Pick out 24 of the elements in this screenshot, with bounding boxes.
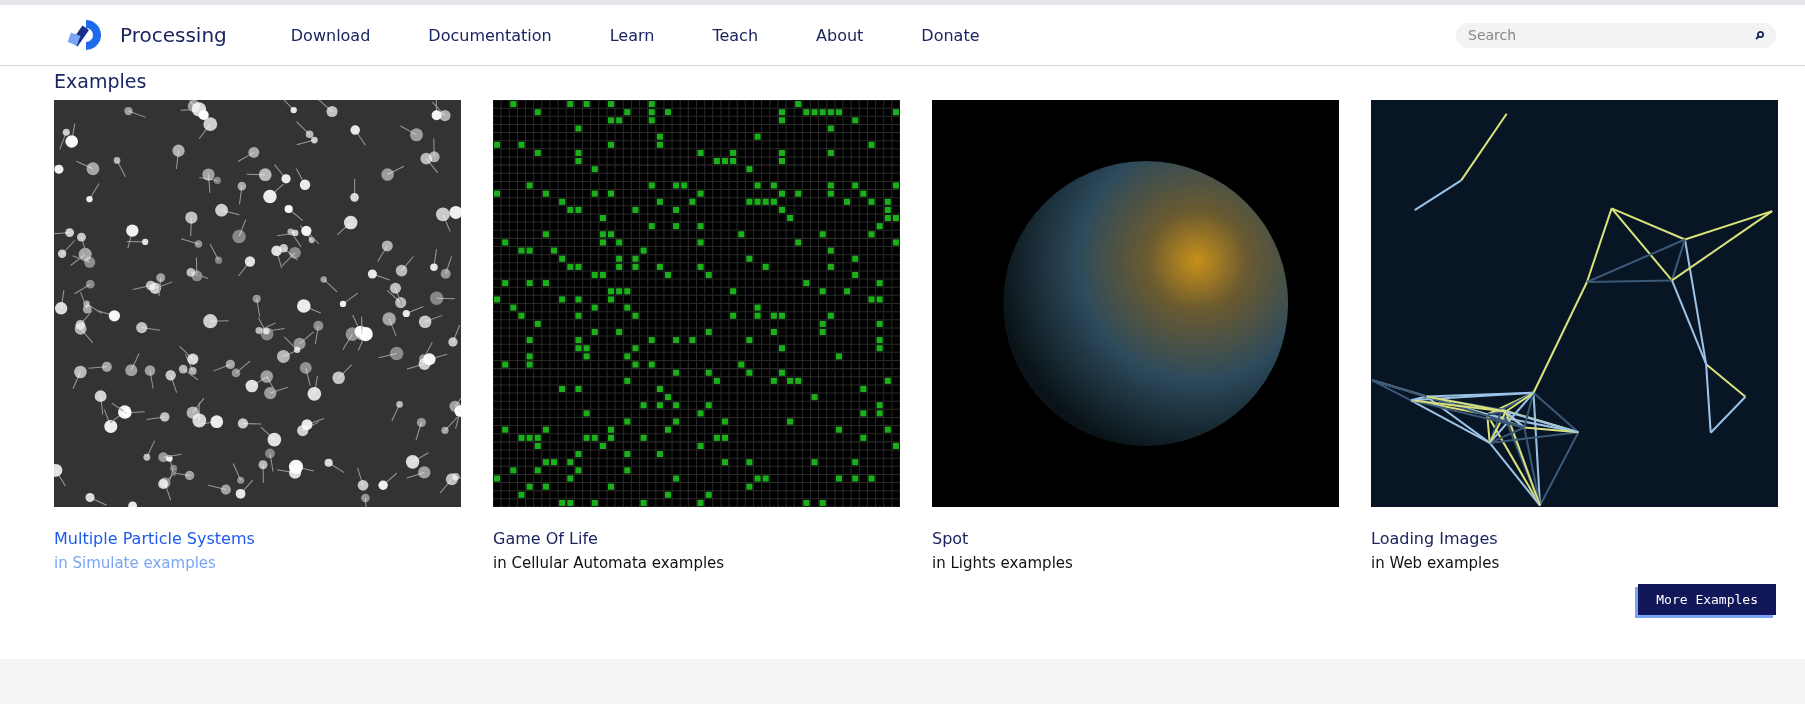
logo-icon[interactable] (66, 18, 104, 52)
lit-sphere-drawing[interactable] (932, 100, 1339, 507)
search-field[interactable]: Search (1456, 22, 1776, 48)
network-lines-drawing[interactable] (1371, 100, 1778, 507)
example-category: in Web examples (1371, 554, 1500, 572)
search-icon[interactable] (1755, 30, 1764, 40)
nav-link[interactable]: Donate (921, 25, 980, 45)
example-category: in Cellular Automata examples (493, 554, 725, 572)
brand-link[interactable]: Processing (120, 23, 227, 47)
particles-drawing[interactable] (54, 100, 461, 507)
cell-grid-drawing[interactable] (493, 100, 900, 507)
section-heading: Examples (54, 69, 148, 94)
nav-link[interactable]: Teach (712, 25, 759, 45)
nav-link[interactable]: About (816, 25, 864, 45)
example-category: in Lights examples (932, 554, 1073, 572)
example-title[interactable]: Multiple Particle Systems (54, 529, 255, 548)
example-title[interactable]: Loading Images (1371, 529, 1498, 548)
nav-link[interactable]: Learn (609, 25, 655, 45)
example-title[interactable]: Game Of Life (493, 529, 598, 548)
nav-link[interactable]: Documentation (428, 25, 552, 45)
example-title[interactable]: Spot (932, 529, 969, 548)
nav-link[interactable]: Download (290, 25, 371, 45)
more-examples-button[interactable]: More Examples (1638, 584, 1776, 615)
example-category: in Simulate examples (54, 554, 216, 572)
